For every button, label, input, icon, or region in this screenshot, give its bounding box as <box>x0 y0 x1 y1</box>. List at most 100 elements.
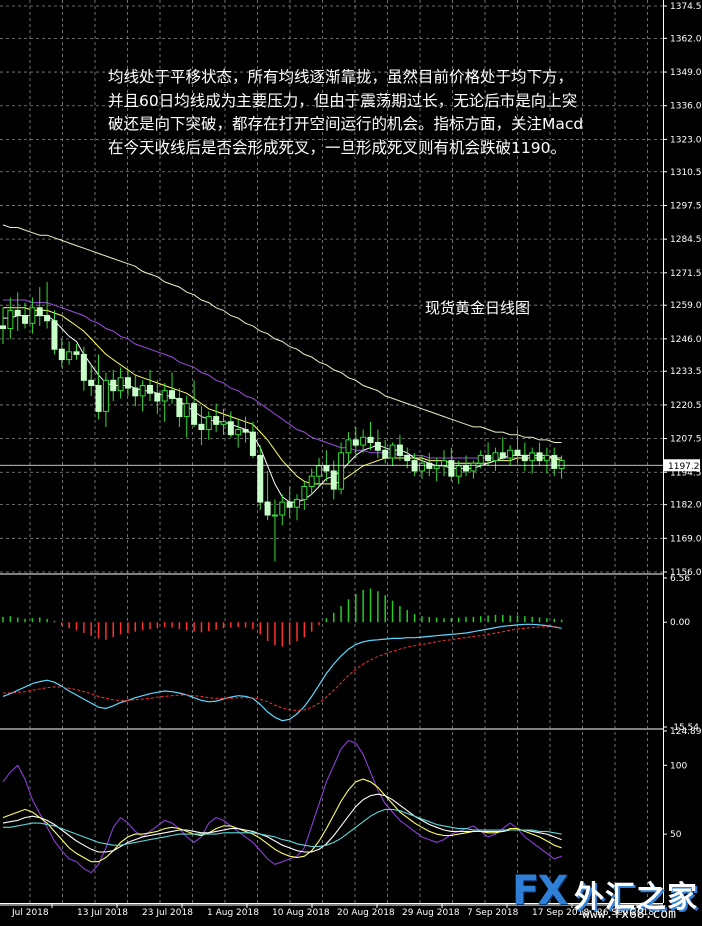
time-axis-tick-label: 23 Jul 2018 <box>142 908 193 918</box>
candle-body <box>551 454 558 469</box>
candle-body <box>66 351 73 361</box>
price-axis-tick-label: 1182.0 <box>670 501 702 511</box>
time-axis-tick-label: 20 Aug 2018 <box>337 908 395 918</box>
candle-body <box>29 307 36 324</box>
candle-body <box>183 403 190 418</box>
osc-axis-tick-label: 124.892 <box>670 727 702 737</box>
candle-body <box>271 514 278 517</box>
candle-body <box>529 452 536 462</box>
price-axis-tick-label: 1297.5 <box>670 201 702 211</box>
candle-body <box>514 449 521 456</box>
candle-body <box>470 462 477 472</box>
candle-body <box>161 390 168 402</box>
candle-body <box>14 309 21 317</box>
candle-body <box>279 501 286 516</box>
candle-body <box>257 454 264 503</box>
candle-body <box>264 501 271 516</box>
candle-body <box>338 452 345 490</box>
osc-axis-tick-label: 100 <box>670 761 687 771</box>
current-price-label: 1197.2 <box>668 462 700 472</box>
price-axis-tick-label: 1220.5 <box>670 401 702 411</box>
candle-body <box>433 465 440 469</box>
candle-body <box>124 377 131 389</box>
candle-body <box>286 501 293 508</box>
candle-body <box>485 454 492 462</box>
candle-body <box>352 439 359 446</box>
time-axis-tick-label: 10 Aug 2018 <box>272 908 330 918</box>
candle-body <box>536 452 543 462</box>
candle-body <box>213 416 220 425</box>
candle-body <box>44 315 51 322</box>
candle-body <box>176 397 183 418</box>
price-axis-tick-label: 1284.5 <box>670 235 702 245</box>
candle-body <box>323 465 330 472</box>
candle-body <box>389 444 396 459</box>
candle-body <box>95 384 102 412</box>
macd-axis-tick-label: 6.56 <box>670 574 690 584</box>
candle-body <box>507 449 514 459</box>
candle-body <box>139 384 146 397</box>
logo-fx-text: FX <box>512 868 568 914</box>
candle-body <box>367 436 374 443</box>
candle-body <box>132 387 139 397</box>
price-axis-tick-label: 1362.0 <box>670 34 702 44</box>
fx68-logo: FX 外汇之家 www.fx68.com <box>510 868 702 926</box>
candle-body <box>102 379 109 412</box>
candle-body <box>345 439 352 454</box>
price-axis-tick-label: 1259.0 <box>670 301 702 311</box>
candle-body <box>117 377 124 392</box>
price-axis-tick-label: 1336.0 <box>670 102 702 112</box>
candle-body <box>36 307 43 317</box>
candle-body <box>426 462 433 469</box>
candle-body <box>543 454 550 462</box>
price-axis-tick-label: 1207.5 <box>670 435 702 445</box>
time-axis-tick-label: 1 Aug 2018 <box>207 908 259 918</box>
candle-body <box>249 431 256 456</box>
candle-body <box>316 465 323 477</box>
candle-body <box>73 351 80 355</box>
candle-body <box>382 449 389 459</box>
candle-body <box>294 498 300 508</box>
candle-body <box>521 454 528 462</box>
candle-body <box>205 416 212 431</box>
candle-body <box>169 390 176 399</box>
candle-body <box>7 309 14 330</box>
candle-body <box>448 460 455 477</box>
candle-body <box>558 460 565 469</box>
candle-body <box>0 325 6 330</box>
candle-body <box>499 452 506 459</box>
candle-body <box>235 429 242 436</box>
chart-annotation-text: 均线处于平移状态，所有均线逐渐靠拢，虽然目前价格处于均下方，并且60日均线成为主… <box>108 68 584 157</box>
time-axis-tick-label: 13 Jul 2018 <box>77 908 128 918</box>
price-axis-tick-label: 1349.0 <box>670 68 702 78</box>
candle-body <box>418 462 425 472</box>
chart-subtitle: 现货黄金日线图 <box>425 299 531 317</box>
candle-body <box>374 441 381 451</box>
price-axis-tick-label: 1271.5 <box>670 269 702 279</box>
candle-body <box>147 384 153 394</box>
candle-body <box>301 486 308 500</box>
price-axis-tick-label: 1169.0 <box>670 534 702 544</box>
candle-body <box>360 436 367 446</box>
candle-body <box>477 454 484 464</box>
candle-body <box>242 429 249 433</box>
candle-body <box>330 470 337 490</box>
candle-body <box>308 475 315 488</box>
price-axis-tick-label: 1323.0 <box>670 135 702 145</box>
candle-body <box>396 444 403 456</box>
price-axis-tick-label: 1374.5 <box>670 2 702 12</box>
candle-body <box>22 315 29 324</box>
candle-body <box>80 353 87 381</box>
candle-body <box>227 421 234 436</box>
osc-axis-tick-label: 50 <box>670 830 682 840</box>
candle-body <box>51 320 58 350</box>
logo-url-text: www.fx68.com <box>582 907 676 922</box>
price-axis-tick-label: 1246.0 <box>670 335 702 345</box>
time-axis-tick-label: 29 Aug 2018 <box>402 908 460 918</box>
candle-body <box>154 392 161 402</box>
candle-body <box>88 379 95 386</box>
candle-body <box>411 460 418 472</box>
candle-body <box>220 421 227 425</box>
candle-body <box>404 454 411 462</box>
macd-axis-tick-label: 0.00 <box>670 618 690 628</box>
